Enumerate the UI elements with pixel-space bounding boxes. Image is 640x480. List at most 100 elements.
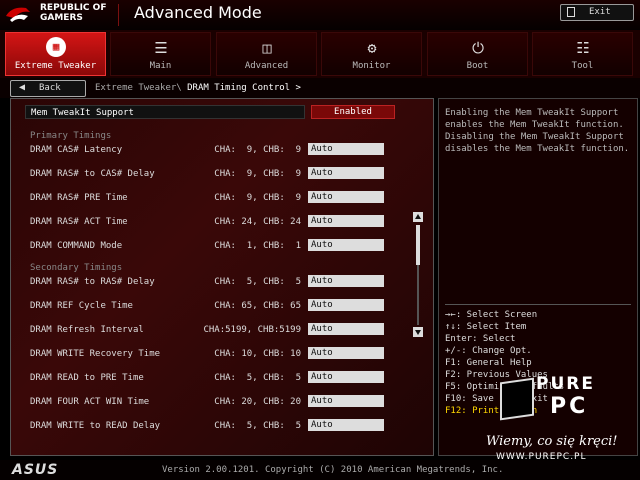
- key-hint: ↑↓: Select Item: [445, 322, 527, 332]
- setting-row[interactable]: DRAM RAS# to CAS# Delay CHA: 9, CHB: 9 A…: [11, 167, 411, 181]
- back-button[interactable]: ◀ Back: [10, 80, 86, 97]
- row-setting-field[interactable]: Auto: [308, 395, 384, 407]
- mem-tweakit-support-value[interactable]: Enabled: [311, 105, 395, 119]
- setting-row[interactable]: DRAM COMMAND Mode CHA: 1, CHB: 1 Auto: [11, 239, 411, 253]
- list-icon: ☰: [154, 39, 168, 57]
- section-secondary-timings: Secondary Timings: [30, 263, 123, 273]
- brand-line1: REPUBLIC OF: [40, 3, 107, 13]
- power-icon: ⏻: [472, 39, 484, 57]
- tab-label: Extreme Tweaker: [14, 61, 97, 71]
- row-label: DRAM WRITE to READ Delay: [30, 421, 161, 431]
- tab-label: Tool: [571, 61, 594, 71]
- row-label: DRAM READ to PRE Time: [30, 373, 144, 383]
- key-hint: F1: General Help: [445, 358, 532, 368]
- setting-row[interactable]: DRAM WRITE Recovery Time CHA: 10, CHB: 1…: [11, 347, 411, 361]
- setting-row[interactable]: DRAM READ to PRE Time CHA: 5, CHB: 5 Aut…: [11, 371, 411, 385]
- chip-icon: ▦: [46, 37, 66, 57]
- breadcrumb-bar: ◀ Back Extreme Tweaker\ DRAM Timing Cont…: [0, 78, 640, 98]
- row-setting-field[interactable]: Auto: [308, 191, 384, 203]
- row-label: DRAM RAS# ACT Time: [30, 217, 128, 227]
- tab-advanced[interactable]: ◫ Advanced: [216, 32, 317, 76]
- key-hint: Enter: Select: [445, 334, 516, 344]
- row-current-value: CHA: 24, CHB: 24: [214, 217, 301, 227]
- purepc-watermark: PURE PC Wiemy, co się kręci! WWW.PUREPC.…: [486, 374, 636, 464]
- row-label: DRAM RAS# to CAS# Delay: [30, 169, 155, 179]
- setting-row[interactable]: DRAM CAS# Latency CHA: 9, CHB: 9 Auto: [11, 143, 411, 157]
- row-current-value: CHA: 9, CHB: 9: [214, 193, 301, 203]
- row-current-value: CHA: 5, CHB: 5: [214, 421, 301, 431]
- back-arrow-icon: ◀: [19, 82, 26, 93]
- key-hint: →←: Select Screen: [445, 310, 538, 320]
- row-setting-field[interactable]: Auto: [308, 143, 384, 155]
- watermark-slogan: Wiemy, co się kręci!: [486, 434, 618, 449]
- scrollbar-thumb[interactable]: [416, 225, 420, 265]
- row-setting-field[interactable]: Auto: [308, 215, 384, 227]
- tab-main[interactable]: ☰ Main: [110, 32, 211, 76]
- scroll-down-arrow-icon[interactable]: [413, 327, 423, 337]
- rog-eye-logo-icon: [6, 7, 30, 22]
- row-current-value: CHA: 5, CHB: 5: [214, 373, 301, 383]
- scroll-up-arrow-icon[interactable]: [413, 212, 423, 222]
- asus-logo: ASUS: [12, 462, 59, 478]
- settings-panel: Mem TweakIt Support Enabled Primary Timi…: [10, 98, 434, 456]
- breadcrumb-current: DRAM Timing Control >: [187, 83, 301, 93]
- row-label: DRAM REF Cycle Time: [30, 301, 133, 311]
- help-description: Enabling the Mem TweakIt Support enables…: [445, 108, 630, 154]
- row-setting-field[interactable]: Auto: [308, 371, 384, 383]
- watermark-brand-bottom: PC: [550, 394, 589, 419]
- setting-row[interactable]: DRAM RAS# to RAS# Delay CHA: 5, CHB: 5 A…: [11, 275, 411, 289]
- main-tabs: ▦ Extreme Tweaker ☰ Main ◫ Advanced ⚙ Mo…: [0, 30, 640, 78]
- row-setting-field[interactable]: Auto: [308, 347, 384, 359]
- setting-row[interactable]: DRAM REF Cycle Time CHA: 65, CHB: 65 Aut…: [11, 299, 411, 313]
- row-current-value: CHA: 20, CHB: 20: [214, 397, 301, 407]
- section-primary-timings: Primary Timings: [30, 131, 112, 141]
- row-label: DRAM WRITE Recovery Time: [30, 349, 161, 359]
- version-text: Version 2.00.1201. Copyright (C) 2010 Am…: [162, 465, 504, 475]
- exit-button[interactable]: Exit: [560, 4, 634, 21]
- item-label: Mem TweakIt Support: [31, 108, 134, 118]
- mem-tweakit-support-item[interactable]: Mem TweakIt Support: [25, 105, 305, 119]
- row-setting-field[interactable]: Auto: [308, 323, 384, 335]
- row-current-value: CHA: 1, CHB: 1: [214, 241, 301, 251]
- tab-extreme-tweaker[interactable]: ▦ Extreme Tweaker: [5, 32, 106, 76]
- row-setting-field[interactable]: Auto: [308, 167, 384, 179]
- exit-door-icon: [567, 7, 575, 17]
- top-bar: REPUBLIC OF GAMERS Advanced Mode Exit: [0, 0, 640, 31]
- exit-label: Exit: [589, 7, 611, 17]
- row-current-value: CHA:5199, CHB:5199: [203, 325, 301, 335]
- breadcrumb-parent[interactable]: Extreme Tweaker\: [95, 83, 182, 93]
- setting-row[interactable]: DRAM RAS# ACT Time CHA: 24, CHB: 24 Auto: [11, 215, 411, 229]
- row-setting-field[interactable]: Auto: [308, 239, 384, 251]
- row-setting-field[interactable]: Auto: [308, 275, 384, 287]
- tab-tool[interactable]: ☷ Tool: [532, 32, 633, 76]
- tab-label: Monitor: [352, 61, 391, 71]
- back-label: Back: [39, 83, 61, 93]
- tab-label: Advanced: [244, 61, 289, 71]
- row-label: DRAM FOUR ACT WIN Time: [30, 397, 150, 407]
- tab-boot[interactable]: ⏻ Boot: [427, 32, 528, 76]
- rog-brand: REPUBLIC OF GAMERS: [40, 3, 106, 23]
- row-setting-field[interactable]: Auto: [308, 419, 384, 431]
- tab-monitor[interactable]: ⚙ Monitor: [321, 32, 422, 76]
- breadcrumb: Extreme Tweaker\ DRAM Timing Control >: [95, 83, 301, 93]
- row-setting-field[interactable]: Auto: [308, 299, 384, 311]
- footer: ASUS Version 2.00.1201. Copyright (C) 20…: [0, 460, 640, 480]
- advanced-icon: ◫: [262, 39, 272, 57]
- tab-label: Main: [149, 61, 172, 71]
- setting-row[interactable]: DRAM Refresh Interval CHA:5199, CHB:5199…: [11, 323, 411, 337]
- mode-title: Advanced Mode: [134, 3, 262, 22]
- setting-row[interactable]: DRAM WRITE to READ Delay CHA: 5, CHB: 5 …: [11, 419, 411, 433]
- row-label: DRAM CAS# Latency: [30, 145, 123, 155]
- row-current-value: CHA: 5, CHB: 5: [214, 277, 301, 287]
- row-label: DRAM RAS# PRE Time: [30, 193, 128, 203]
- setting-row[interactable]: DRAM FOUR ACT WIN Time CHA: 20, CHB: 20 …: [11, 395, 411, 409]
- brand-line2: GAMERS: [40, 13, 83, 23]
- help-divider: [445, 304, 631, 305]
- setting-row[interactable]: DRAM RAS# PRE Time CHA: 9, CHB: 9 Auto: [11, 191, 411, 205]
- header-divider: [118, 4, 119, 26]
- monitor-icon: ⚙: [367, 39, 377, 57]
- purepc-logo-icon: [500, 377, 534, 421]
- key-hint: +/-: Change Opt.: [445, 346, 532, 356]
- row-label: DRAM COMMAND Mode: [30, 241, 123, 251]
- row-current-value: CHA: 9, CHB: 9: [214, 169, 301, 179]
